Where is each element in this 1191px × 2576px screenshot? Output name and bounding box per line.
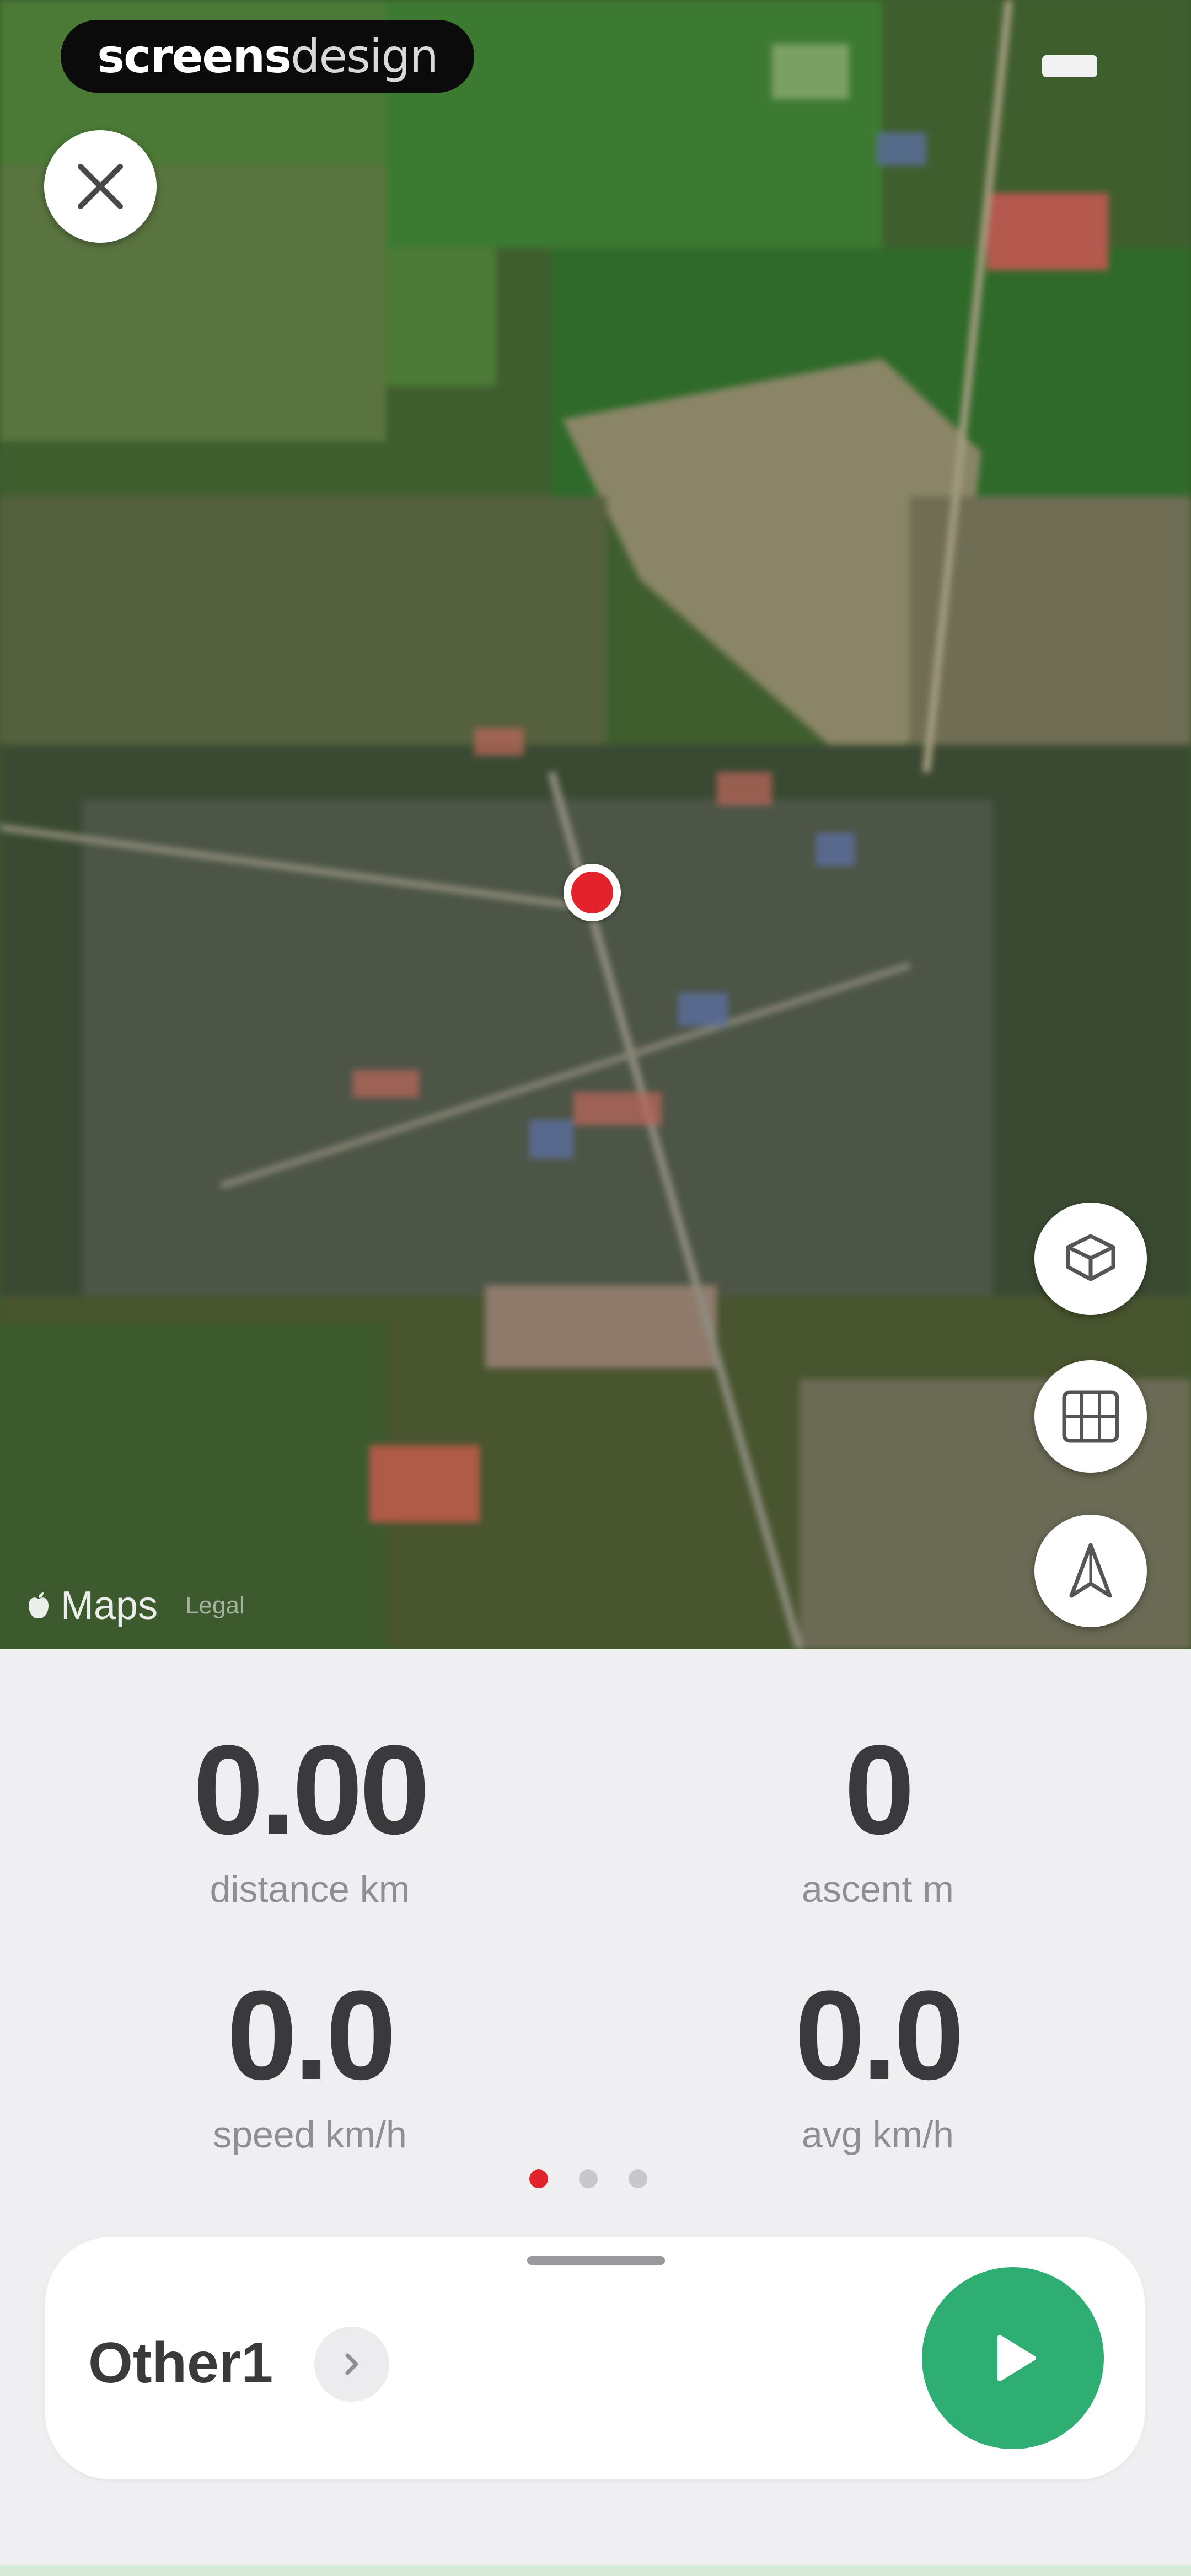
- satellite-imagery: [0, 0, 1191, 1649]
- location-arrow-icon: [1069, 1543, 1112, 1598]
- stat-value: 0.00: [193, 1719, 430, 1861]
- stats-panel[interactable]: 0.00 distance km 0 ascent m 0.0 speed km…: [0, 1649, 1191, 2256]
- map-type-button[interactable]: [1034, 1360, 1147, 1473]
- brand-text-1: screens: [97, 29, 292, 83]
- activity-type-button[interactable]: [314, 2327, 389, 2402]
- start-recording-button[interactable]: [922, 2267, 1104, 2449]
- stat-value: 0: [844, 1719, 915, 1861]
- stat-value: 0.0: [795, 1964, 964, 2106]
- maps-label: Maps: [61, 1584, 158, 1628]
- stat-label: avg km/h: [802, 2114, 954, 2156]
- stat-speed: 0.0 speed km/h: [117, 1972, 503, 2156]
- brand-text-2: design: [291, 29, 439, 83]
- activity-type-label[interactable]: Other1: [88, 2331, 273, 2396]
- page-dot-3[interactable]: [629, 2169, 647, 2188]
- stat-avg-speed: 0.0 avg km/h: [685, 1972, 1071, 2156]
- close-button[interactable]: [44, 130, 157, 243]
- stat-value: 0.0: [227, 1964, 396, 2106]
- layers-button[interactable]: [1034, 1203, 1147, 1315]
- apple-logo-icon: [29, 1592, 49, 1618]
- screensdesign-watermark: screens design: [61, 20, 474, 93]
- play-icon: [997, 2335, 1036, 2381]
- stat-distance: 0.00 distance km: [117, 1727, 503, 1911]
- bottom-edge: [0, 2565, 1191, 2576]
- maps-attribution: Maps Legal: [28, 1583, 245, 1628]
- stat-label: ascent m: [802, 1868, 954, 1910]
- tracking-mode-button[interactable]: [1034, 1515, 1147, 1627]
- close-icon: [78, 164, 123, 209]
- stat-ascent: 0 ascent m: [685, 1727, 1071, 1911]
- stat-label: speed km/h: [213, 2114, 407, 2156]
- map-icon: [1062, 1390, 1119, 1443]
- sheet-grabber[interactable]: [527, 2256, 665, 2265]
- stat-label: distance km: [210, 1868, 410, 1910]
- page-indicator[interactable]: [529, 2169, 647, 2188]
- page-dot-2[interactable]: [579, 2169, 598, 2188]
- legal-link[interactable]: Legal: [185, 1592, 245, 1620]
- battery-icon: [1042, 55, 1097, 77]
- map-view[interactable]: screens design Maps Legal: [0, 0, 1191, 1649]
- page-dot-1[interactable]: [529, 2169, 548, 2188]
- layers-icon: [1066, 1234, 1115, 1281]
- user-location-marker: [564, 864, 621, 921]
- chevron-right-icon: [345, 2353, 358, 2375]
